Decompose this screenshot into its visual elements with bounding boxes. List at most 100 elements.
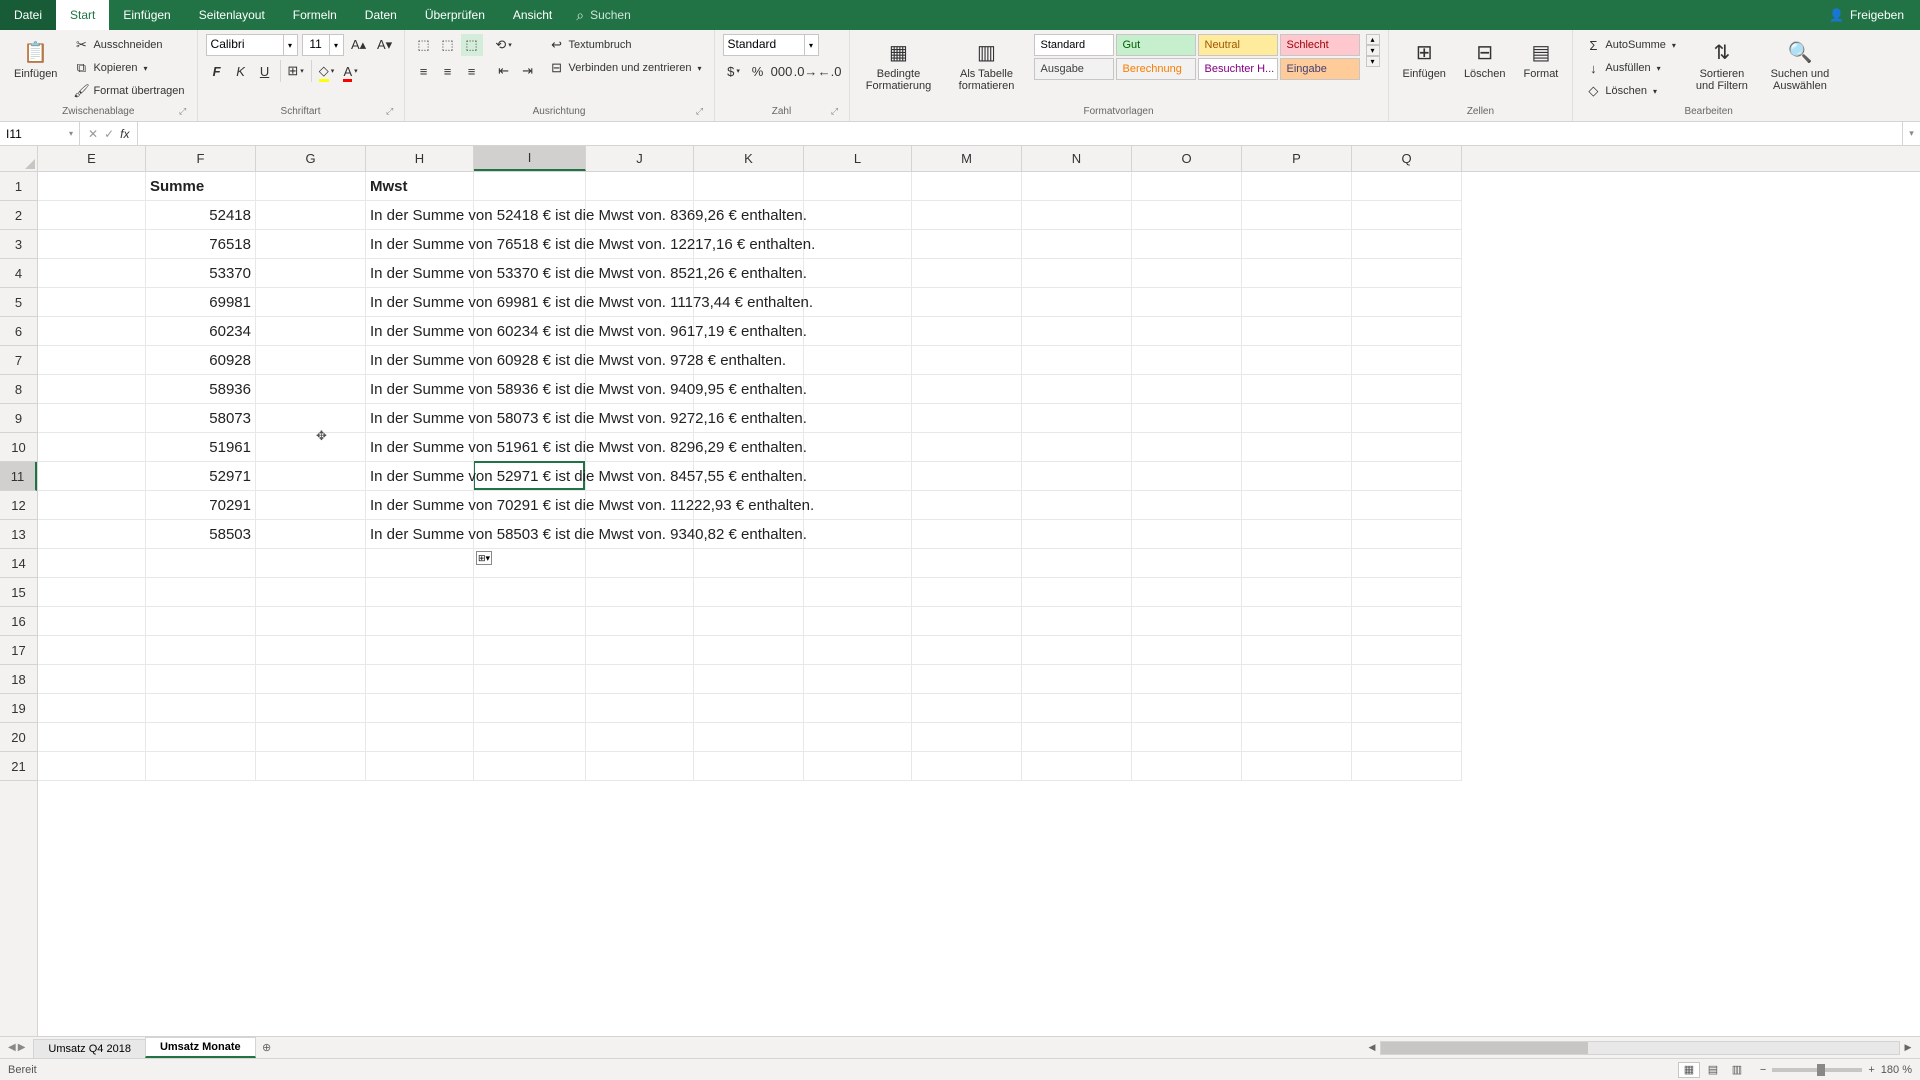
- increase-font-button[interactable]: A▴: [348, 34, 370, 56]
- cell-G17[interactable]: [256, 636, 366, 665]
- row-header-2[interactable]: 2: [0, 201, 37, 230]
- zoom-knob[interactable]: [1817, 1064, 1825, 1076]
- fill-button[interactable]: ↓Ausfüllen▾: [1581, 57, 1680, 79]
- cell-N5[interactable]: [1022, 288, 1132, 317]
- cell-Q2[interactable]: [1352, 201, 1462, 230]
- spreadsheet-grid[interactable]: EFGHIJKLMNOPQ 12345678910111213141516171…: [0, 146, 1920, 1036]
- row-header-21[interactable]: 21: [0, 752, 37, 781]
- cell-Q16[interactable]: [1352, 607, 1462, 636]
- cell-F11[interactable]: 52971: [146, 462, 256, 491]
- cell-G5[interactable]: [256, 288, 366, 317]
- cell-L6[interactable]: [804, 317, 912, 346]
- cell-L5[interactable]: [804, 288, 912, 317]
- cell-F10[interactable]: 51961: [146, 433, 256, 462]
- sheet-tab-umsatz-monate[interactable]: Umsatz Monate: [145, 1037, 256, 1058]
- cell-L21[interactable]: [804, 752, 912, 781]
- cell-L13[interactable]: [804, 520, 912, 549]
- cell-P10[interactable]: [1242, 433, 1352, 462]
- cell-J21[interactable]: [586, 752, 694, 781]
- cell-K20[interactable]: [694, 723, 804, 752]
- alignment-launcher[interactable]: ⤢: [694, 105, 706, 117]
- cell-O3[interactable]: [1132, 230, 1242, 259]
- font-name-combo[interactable]: Calibri▾: [206, 34, 298, 56]
- menu-tab-seitenlayout[interactable]: Seitenlayout: [185, 0, 279, 30]
- cell-P17[interactable]: [1242, 636, 1352, 665]
- cell-I1[interactable]: [474, 172, 586, 201]
- cell-H2[interactable]: In der Summe von 52418 € ist die Mwst vo…: [366, 201, 474, 230]
- cell-N13[interactable]: [1022, 520, 1132, 549]
- cell-P15[interactable]: [1242, 578, 1352, 607]
- row-header-9[interactable]: 9: [0, 404, 37, 433]
- cell-L3[interactable]: [804, 230, 912, 259]
- cell-H10[interactable]: In der Summe von 51961 € ist die Mwst vo…: [366, 433, 474, 462]
- cell-style-berechnung[interactable]: Berechnung: [1116, 58, 1196, 80]
- cell-M6[interactable]: [912, 317, 1022, 346]
- cell-P3[interactable]: [1242, 230, 1352, 259]
- percent-format-button[interactable]: %: [747, 60, 769, 82]
- cell-Q1[interactable]: [1352, 172, 1462, 201]
- cell-N19[interactable]: [1022, 694, 1132, 723]
- expand-formula-button[interactable]: ▾: [1902, 122, 1920, 145]
- format-as-table-button[interactable]: ▥Als Tabelle formatieren: [946, 34, 1028, 96]
- cell-H19[interactable]: [366, 694, 474, 723]
- cell-N10[interactable]: [1022, 433, 1132, 462]
- cell-I21[interactable]: [474, 752, 586, 781]
- col-header-H[interactable]: H: [366, 146, 474, 171]
- cell-I19[interactable]: [474, 694, 586, 723]
- sheet-tab-umsatz-q4-2018[interactable]: Umsatz Q4 2018: [33, 1039, 146, 1058]
- cut-button[interactable]: ✂Ausschneiden: [69, 34, 188, 56]
- fill-color-button[interactable]: ◇: [316, 60, 338, 82]
- cell-style-neutral[interactable]: Neutral: [1198, 34, 1278, 56]
- cell-M11[interactable]: [912, 462, 1022, 491]
- zoom-level[interactable]: 180 %: [1881, 1064, 1912, 1076]
- cell-H16[interactable]: [366, 607, 474, 636]
- cell-O7[interactable]: [1132, 346, 1242, 375]
- cell-K19[interactable]: [694, 694, 804, 723]
- cell-M20[interactable]: [912, 723, 1022, 752]
- cell-F19[interactable]: [146, 694, 256, 723]
- col-header-N[interactable]: N: [1022, 146, 1132, 171]
- clipboard-launcher[interactable]: ⤢: [177, 105, 189, 117]
- cell-style-gut[interactable]: Gut: [1116, 34, 1196, 56]
- col-header-E[interactable]: E: [38, 146, 146, 171]
- cell-Q11[interactable]: [1352, 462, 1462, 491]
- cell-P18[interactable]: [1242, 665, 1352, 694]
- share-button[interactable]: Freigeben: [1813, 8, 1920, 22]
- cell-Q7[interactable]: [1352, 346, 1462, 375]
- chevron-down-icon[interactable]: ▾: [69, 129, 73, 138]
- cell-H4[interactable]: In der Summe von 53370 € ist die Mwst vo…: [366, 259, 474, 288]
- row-header-6[interactable]: 6: [0, 317, 37, 346]
- cell-J16[interactable]: [586, 607, 694, 636]
- cell-H14[interactable]: [366, 549, 474, 578]
- row-header-16[interactable]: 16: [0, 607, 37, 636]
- cell-H5[interactable]: In der Summe von 69981 € ist die Mwst vo…: [366, 288, 474, 317]
- row-header-13[interactable]: 13: [0, 520, 37, 549]
- cell-N21[interactable]: [1022, 752, 1132, 781]
- cell-L9[interactable]: [804, 404, 912, 433]
- wrap-text-button[interactable]: ↩Textumbruch: [545, 34, 706, 56]
- font-launcher[interactable]: ⤢: [384, 105, 396, 117]
- row-header-18[interactable]: 18: [0, 665, 37, 694]
- row-header-3[interactable]: 3: [0, 230, 37, 259]
- cell-P2[interactable]: [1242, 201, 1352, 230]
- zoom-in-button[interactable]: +: [1868, 1064, 1874, 1076]
- cell-M10[interactable]: [912, 433, 1022, 462]
- cell-M9[interactable]: [912, 404, 1022, 433]
- cancel-formula-button[interactable]: ✕: [88, 127, 98, 141]
- cell-P7[interactable]: [1242, 346, 1352, 375]
- cell-N15[interactable]: [1022, 578, 1132, 607]
- cell-J15[interactable]: [586, 578, 694, 607]
- cell-G7[interactable]: [256, 346, 366, 375]
- menu-tab-datei[interactable]: Datei: [0, 0, 56, 30]
- cell-E19[interactable]: [38, 694, 146, 723]
- cell-M18[interactable]: [912, 665, 1022, 694]
- cell-P13[interactable]: [1242, 520, 1352, 549]
- cell-O18[interactable]: [1132, 665, 1242, 694]
- cell-G19[interactable]: [256, 694, 366, 723]
- cell-M1[interactable]: [912, 172, 1022, 201]
- align-top-button[interactable]: ⬚: [413, 34, 435, 56]
- cell-style-besuchterh[interactable]: Besuchter H...: [1198, 58, 1278, 80]
- cell-N7[interactable]: [1022, 346, 1132, 375]
- cell-M3[interactable]: [912, 230, 1022, 259]
- cell-H18[interactable]: [366, 665, 474, 694]
